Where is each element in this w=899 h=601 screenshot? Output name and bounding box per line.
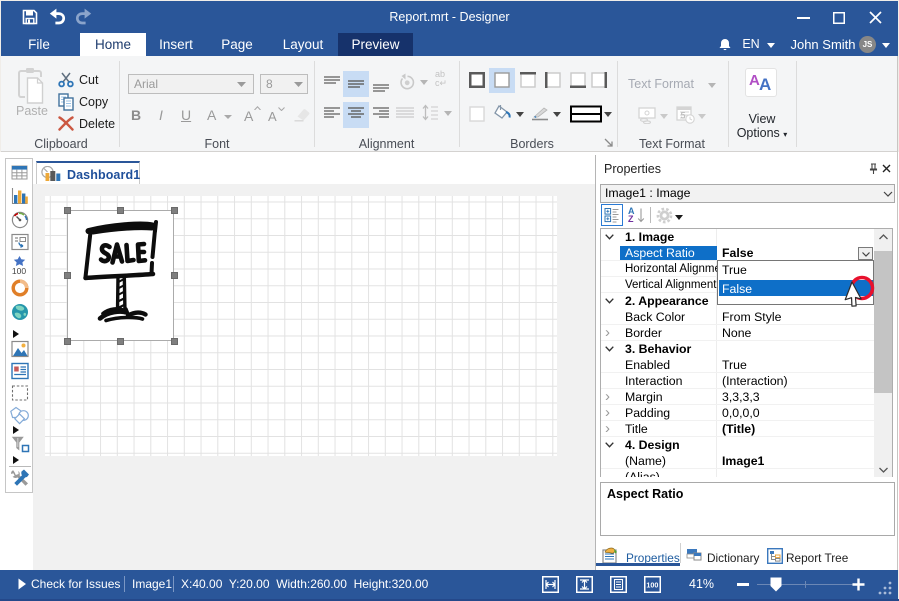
svg-text:5: 5 xyxy=(681,111,686,121)
svg-text:100: 100 xyxy=(646,581,658,590)
